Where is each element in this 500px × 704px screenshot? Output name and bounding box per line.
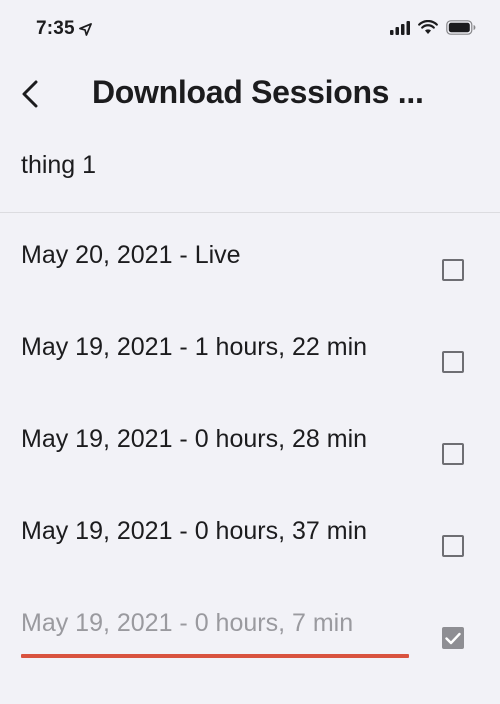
location-arrow-icon [78, 22, 92, 36]
active-underline [21, 654, 409, 658]
session-checkbox[interactable] [442, 351, 464, 373]
session-label: May 19, 2021 - 0 hours, 37 min [21, 517, 368, 545]
back-button[interactable] [14, 78, 46, 110]
divider [0, 212, 500, 213]
session-label: May 20, 2021 - Live [21, 241, 241, 269]
session-label: May 19, 2021 - 0 hours, 28 min [21, 425, 368, 453]
status-time: 7:35 [36, 18, 92, 40]
chevron-left-icon [22, 80, 38, 108]
session-row[interactable]: May 19, 2021 - 0 hours, 28 min [0, 425, 500, 517]
battery-icon [446, 20, 476, 35]
session-checkbox[interactable] [442, 535, 464, 557]
session-checkbox[interactable] [442, 627, 464, 649]
status-bar: 7:35 [0, 0, 500, 60]
navigation-bar: Download Sessions ... [0, 60, 500, 130]
page-title: Download Sessions ... [92, 74, 424, 110]
session-checkbox[interactable] [442, 259, 464, 281]
session-row[interactable]: May 20, 2021 - Live [0, 241, 500, 333]
device-name: thing 1 [21, 151, 97, 179]
wifi-icon [418, 20, 438, 34]
session-row[interactable]: May 19, 2021 - 1 hours, 22 min [0, 333, 500, 425]
session-label: May 19, 2021 - 0 hours, 7 min [21, 609, 354, 637]
session-checkbox[interactable] [442, 443, 464, 465]
status-time-text: 7:35 [36, 18, 75, 39]
cellular-signal-icon [390, 20, 410, 35]
status-icons [390, 20, 476, 35]
session-label: May 19, 2021 - 1 hours, 22 min [21, 333, 368, 361]
checkmark-icon [445, 632, 461, 644]
session-row[interactable]: May 19, 2021 - 0 hours, 37 min [0, 517, 500, 609]
